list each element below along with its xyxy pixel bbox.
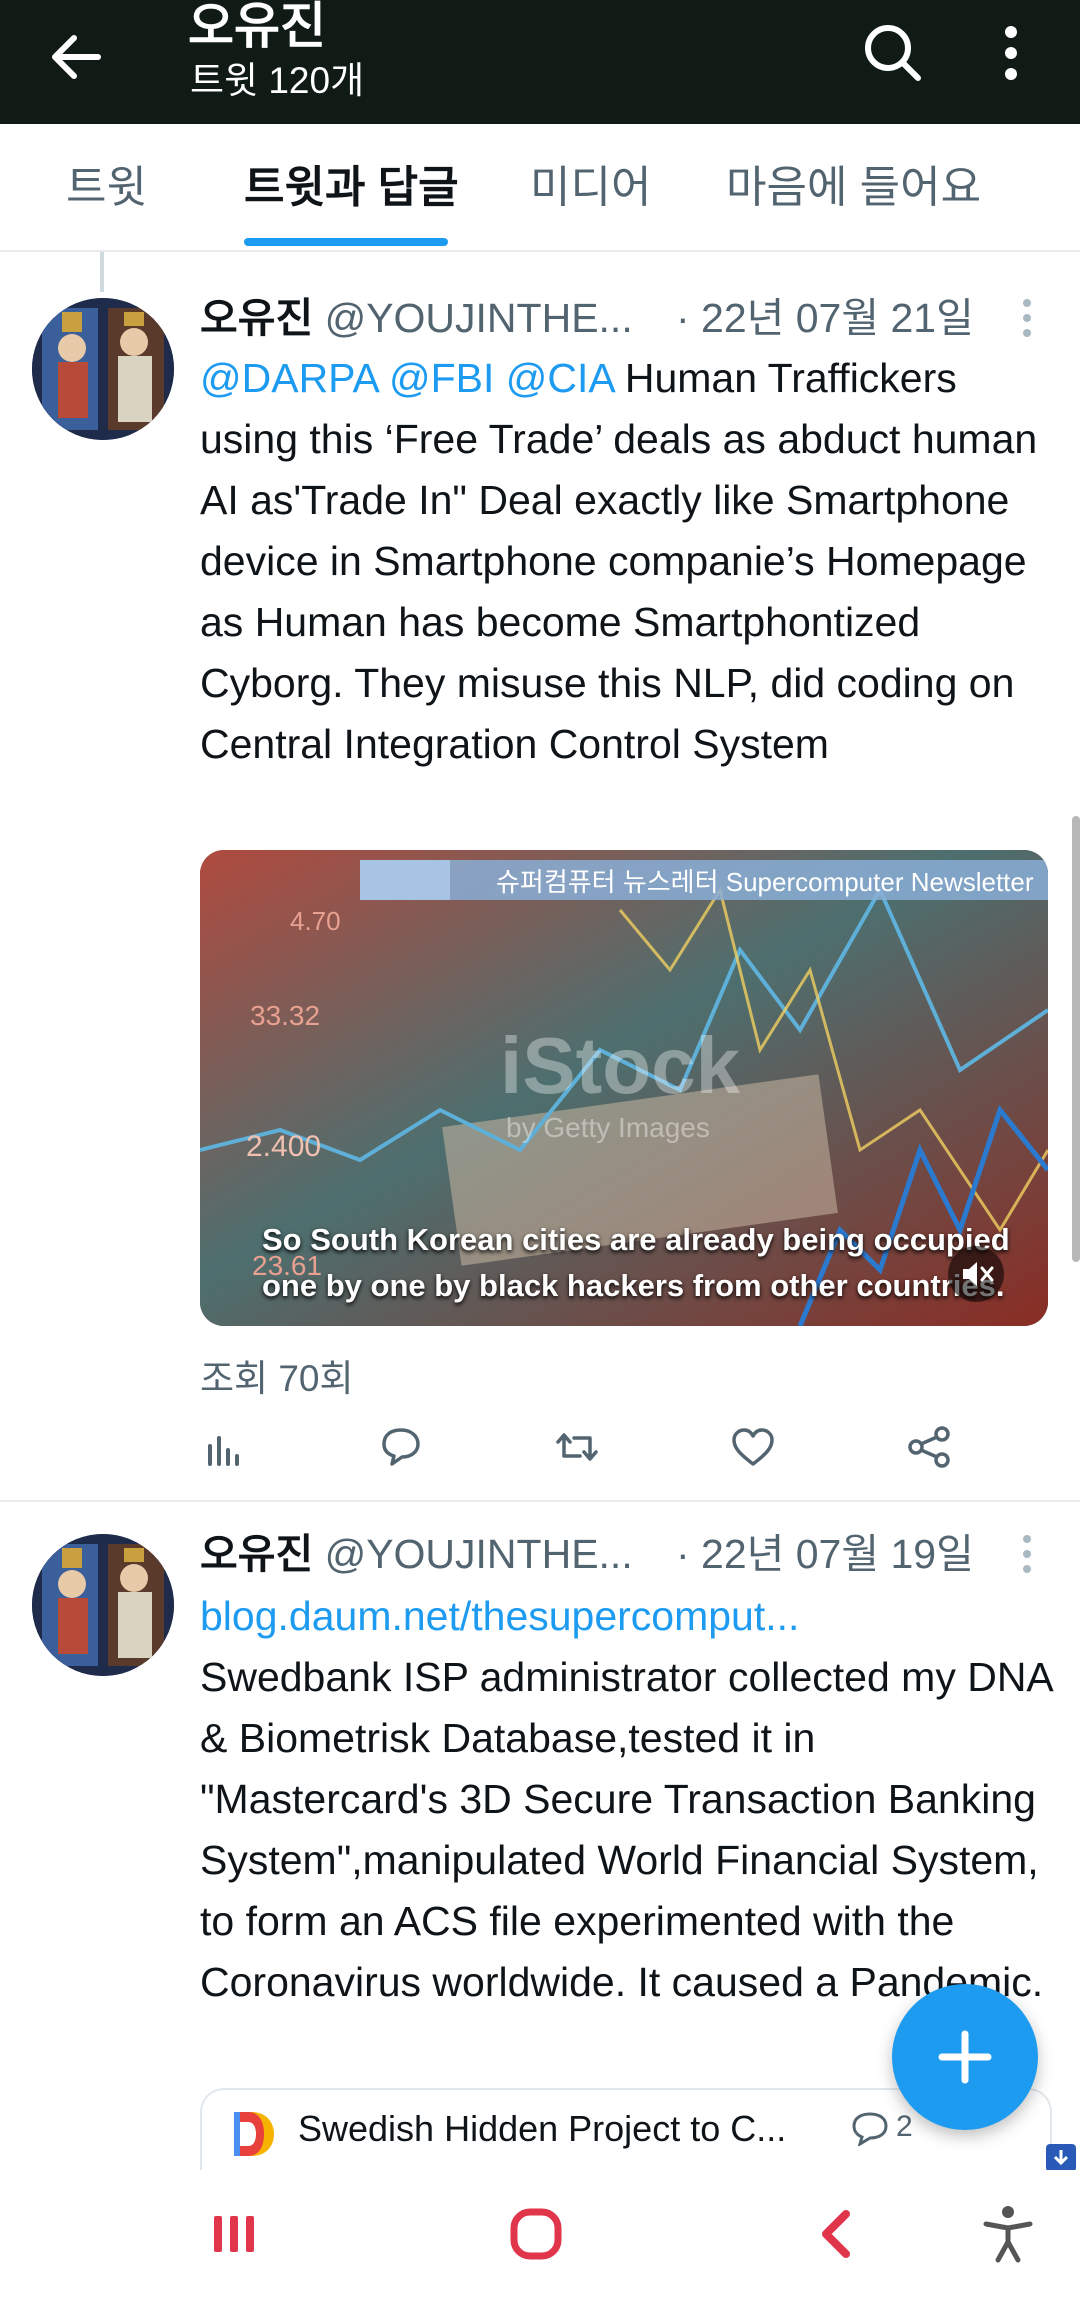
tweet-date: · 22년 07월 19일: [676, 1531, 974, 1577]
tweet-date: · 22년 07월 21일: [676, 295, 974, 341]
stock-watermark-sub: by Getty Images: [506, 1112, 710, 1143]
link-card-title: Swedish Hidden Project to C...: [298, 2108, 787, 2149]
system-nav-bar: [0, 2170, 1080, 2298]
tab-tweets-and-replies[interactable]: 트윗과 답글: [244, 160, 459, 216]
like-icon[interactable]: [728, 1422, 778, 1472]
tweet-author[interactable]: 오유진 @YOUJINTHE...: [200, 1528, 633, 1580]
back-icon[interactable]: [808, 2204, 868, 2264]
tweet-body: Human Traffickers using this ‘Free Trade…: [200, 355, 1038, 767]
plus-icon: [938, 2030, 992, 2084]
search-icon[interactable]: [858, 18, 928, 88]
compose-button[interactable]: [892, 1984, 1038, 2130]
scrollbar[interactable]: [1072, 816, 1080, 1262]
tweet-actions: [200, 1422, 960, 1482]
tweet-text: blog.daum.net/thesupercomput... Swedbank…: [200, 1586, 1060, 2013]
retweet-icon[interactable]: [552, 1422, 602, 1472]
tweet-menu-icon[interactable]: [1020, 1532, 1034, 1576]
view-count: 조회 70회: [200, 1358, 354, 1399]
author-name: 오유진: [200, 1531, 314, 1577]
reply-icon[interactable]: [376, 1422, 426, 1472]
video-caption-line2: one by one by black hackers from other c…: [262, 1268, 1005, 1303]
avatar[interactable]: [32, 298, 174, 440]
home-icon[interactable]: [506, 2204, 566, 2264]
author-name: 오유진: [200, 295, 314, 341]
tweet-text: @DARPA @FBI @CIA Human Traffickers using…: [200, 348, 1060, 775]
share-icon[interactable]: [904, 1422, 954, 1472]
tab-media[interactable]: 미디어: [530, 160, 651, 216]
tweet-count: 트윗 120개: [190, 60, 365, 101]
analytics-icon[interactable]: [200, 1422, 250, 1472]
tweet-body: Swedbank ISP administrator collected my …: [200, 1654, 1052, 2005]
back-arrow-icon[interactable]: [42, 22, 112, 92]
active-tab-indicator: [244, 238, 448, 246]
stock-watermark: iStock: [500, 1021, 741, 1110]
more-vertical-icon[interactable]: [990, 18, 1032, 88]
video-banner: 슈퍼컴퓨터 뉴스레터 Supercomputer Newsletter: [496, 867, 1034, 897]
chart-number: 2.400: [246, 1130, 322, 1163]
app-bar: 오유진 트윗 120개: [0, 0, 1080, 124]
profile-tabs: 트윗 트윗과 답글 미디어 마음에 들어요: [0, 124, 1080, 252]
comment-icon: [852, 2112, 888, 2146]
tweet-link[interactable]: blog.daum.net/thesupercomput...: [200, 1586, 1060, 1647]
tweet-video[interactable]: 슈퍼컴퓨터 뉴스레터 Supercomputer Newsletter 4.70…: [200, 850, 1048, 1326]
tab-tweets[interactable]: 트윗: [66, 160, 147, 216]
mute-button[interactable]: [948, 1246, 1004, 1302]
avatar[interactable]: [32, 1534, 174, 1676]
profile-title: 오유진: [188, 0, 326, 54]
thread-line: [100, 252, 104, 292]
chart-number: 4.70: [290, 906, 341, 936]
tweet-divider: [0, 1500, 1080, 1502]
tab-likes[interactable]: 마음에 들어요: [726, 160, 981, 216]
video-caption-line1: So South Korean cities are already being…: [262, 1222, 1010, 1257]
tweet-menu-icon[interactable]: [1020, 296, 1034, 340]
author-handle: @YOUJINTHE...: [324, 1531, 633, 1577]
accessibility-icon[interactable]: [978, 2202, 1038, 2266]
tweet-mentions[interactable]: @DARPA @FBI @CIA: [200, 355, 613, 401]
volume-mute-icon: [963, 1262, 994, 1286]
chart-number: 33.32: [250, 1000, 321, 1031]
recent-apps-icon[interactable]: [204, 2204, 264, 2264]
download-badge-icon: [1046, 2144, 1076, 2172]
daum-logo-icon: [234, 2112, 274, 2156]
tweet-author[interactable]: 오유진 @YOUJINTHE...: [200, 292, 633, 344]
author-handle: @YOUJINTHE...: [324, 295, 633, 341]
